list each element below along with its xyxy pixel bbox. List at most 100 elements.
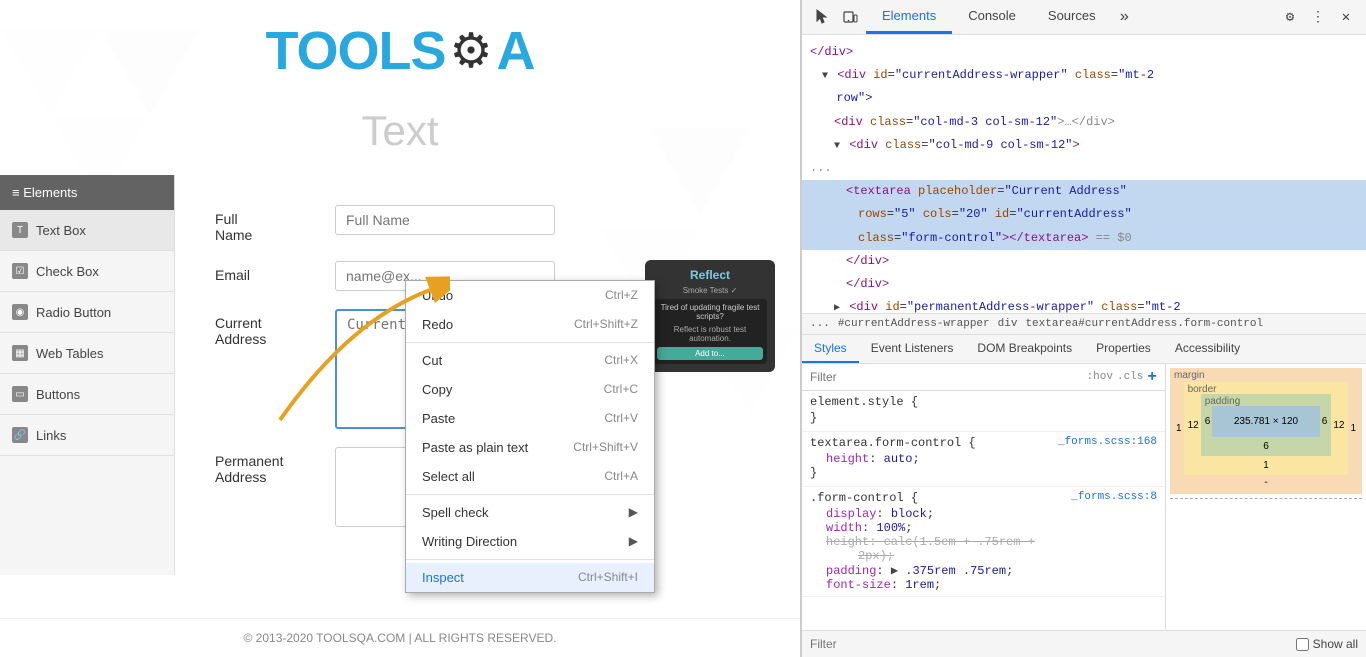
- css-prop-height2: 2px);: [810, 549, 1157, 563]
- tree-line[interactable]: </div>: [802, 41, 1366, 64]
- sidebar-item-webtables[interactable]: ▦ Web Tables: [0, 333, 174, 374]
- box-margin-bottom-num: -: [1176, 477, 1356, 488]
- popup-card-body: Smoke Tests ✓ Tired of updating fragile …: [653, 286, 767, 364]
- context-inspect[interactable]: Inspect Ctrl+Shift+I: [406, 563, 654, 592]
- textbox-icon: T: [12, 222, 28, 238]
- tree-line[interactable]: row">: [802, 87, 1366, 110]
- sidebar-label-links: Links: [36, 428, 66, 443]
- box-margin: margin 1 border 12 padding: [1170, 368, 1362, 494]
- hov-button[interactable]: :hov: [1087, 371, 1113, 383]
- sidebar-item-checkbox[interactable]: ☑ Check Box: [0, 251, 174, 292]
- context-menu: Undo Ctrl+Z Redo Ctrl+Shift+Z Cut Ctrl+X…: [405, 280, 655, 593]
- box-dashed-sep: [1170, 498, 1362, 499]
- bottom-filter-input[interactable]: [810, 637, 1288, 651]
- tree-line-attr1[interactable]: rows="5" cols="20" id="currentAddress": [802, 203, 1366, 226]
- context-select-all[interactable]: Select all Ctrl+A: [406, 462, 654, 491]
- context-paste[interactable]: Paste Ctrl+V: [406, 404, 654, 433]
- sidebar-item-textbox[interactable]: T Text Box: [0, 210, 174, 251]
- context-writing-direction[interactable]: Writing Direction ▶: [406, 527, 654, 556]
- box-pad-bottom-num: 6: [1205, 441, 1328, 452]
- links-icon: 🔗: [12, 427, 28, 443]
- show-all-checkbox[interactable]: [1296, 638, 1309, 651]
- logo-gear-icon: ⚙: [450, 23, 493, 79]
- context-copy[interactable]: Copy Ctrl+C: [406, 375, 654, 404]
- logo: TOOLS ⚙ A: [265, 20, 534, 82]
- css-selector-textarea[interactable]: textarea.form-control { _forms.scss:168: [810, 436, 1157, 450]
- devtools-toolbar: Elements Console Sources » ⚙ ⋮ ✕: [802, 0, 1366, 35]
- spell-check-arrow-icon: ▶: [629, 505, 638, 520]
- breadcrumb-textarea[interactable]: textarea#currentAddress.form-control: [1025, 318, 1263, 330]
- popup-tagline: Reflect is robust test automation.: [657, 325, 763, 343]
- context-cut[interactable]: Cut Ctrl+X: [406, 346, 654, 375]
- sidebar-item-links[interactable]: 🔗 Links: [0, 415, 174, 456]
- css-selector[interactable]: element.style {: [810, 395, 1157, 409]
- box-padding-left: 6: [1205, 416, 1211, 427]
- css-selector-close2: }: [810, 466, 1157, 480]
- menu-icon[interactable]: ⋮: [1306, 5, 1330, 29]
- styles-left: :hov .cls + element.style { } textarea.f…: [802, 364, 1166, 630]
- context-undo-shortcut: Ctrl+Z: [605, 288, 638, 303]
- context-writing-direction-label: Writing Direction: [422, 534, 517, 549]
- cursor-icon[interactable]: [810, 5, 834, 29]
- devtools-panel: Elements Console Sources » ⚙ ⋮ ✕ </div> …: [800, 0, 1366, 657]
- current-address-label: CurrentAddress: [215, 309, 315, 347]
- sidebar-item-radio[interactable]: ◉ Radio Button: [0, 292, 174, 333]
- breadcrumb-bar: ... #currentAddress-wrapper div textarea…: [802, 314, 1366, 335]
- breadcrumb-div[interactable]: div: [998, 318, 1018, 330]
- context-select-all-shortcut: Ctrl+A: [604, 469, 638, 484]
- box-padding-sides: 6 235.781 × 120 6: [1205, 406, 1328, 437]
- tree-line[interactable]: </div>: [802, 273, 1366, 296]
- tree-line-selected[interactable]: <textarea placeholder="Current Address": [802, 180, 1366, 203]
- devtools-settings: ⚙ ⋮ ✕: [1278, 5, 1358, 29]
- styles-filter-bar: :hov .cls +: [802, 364, 1165, 391]
- logo-suffix: A: [497, 20, 535, 82]
- fullname-input[interactable]: [335, 205, 555, 235]
- tab-dom-breakpoints[interactable]: DOM Breakpoints: [965, 335, 1084, 363]
- styles-tabs: Styles Event Listeners DOM Breakpoints P…: [802, 335, 1366, 364]
- box-border-bottom-num: 1: [1188, 460, 1345, 471]
- context-paste-plain[interactable]: Paste as plain text Ctrl+Shift+V: [406, 433, 654, 462]
- context-redo-label: Redo: [422, 317, 453, 332]
- settings-icon[interactable]: ⚙: [1278, 5, 1302, 29]
- cls-button[interactable]: .cls: [1117, 371, 1143, 383]
- tree-line-attr2[interactable]: class="form-control"></textarea> == $0: [802, 227, 1366, 250]
- tab-console[interactable]: Console: [952, 0, 1032, 34]
- close-icon[interactable]: ✕: [1334, 5, 1358, 29]
- breadcrumb-wrapper[interactable]: #currentAddress-wrapper: [838, 318, 990, 330]
- tab-properties[interactable]: Properties: [1084, 335, 1163, 363]
- context-spell-check[interactable]: Spell check ▶: [406, 498, 654, 527]
- context-copy-label: Copy: [422, 382, 452, 397]
- css-prop-height: height: calc(1.5em + .75rem +: [810, 535, 1157, 549]
- show-all-label: Show all: [1313, 637, 1358, 651]
- styles-panel: :hov .cls + element.style { } textarea.f…: [802, 364, 1366, 630]
- box-border-left: 12: [1188, 420, 1199, 431]
- context-redo[interactable]: Redo Ctrl+Shift+Z: [406, 310, 654, 339]
- popup-add-button[interactable]: Add to...: [657, 347, 763, 360]
- tree-line[interactable]: ▼ <div class="col-md-9 col-sm-12">: [802, 134, 1366, 157]
- css-selector-close: }: [810, 411, 1157, 425]
- tab-accessibility[interactable]: Accessibility: [1163, 335, 1252, 363]
- box-border-sides: 12 padding 6 235.781 × 120: [1188, 394, 1345, 456]
- tree-line[interactable]: ▼ <div id="currentAddress-wrapper" class…: [802, 64, 1366, 87]
- more-tabs-icon[interactable]: »: [1112, 8, 1138, 26]
- sidebar-item-buttons[interactable]: ▭ Buttons: [0, 374, 174, 415]
- tree-line[interactable]: </div>: [802, 250, 1366, 273]
- tab-event-listeners[interactable]: Event Listeners: [859, 335, 966, 363]
- css-selector-form-control[interactable]: .form-control { _forms.scss:8: [810, 491, 1157, 505]
- tab-sources[interactable]: Sources: [1032, 0, 1112, 34]
- tab-elements[interactable]: Elements: [866, 0, 952, 34]
- page-title: Text: [0, 97, 800, 175]
- box-margin-label: margin: [1174, 370, 1205, 381]
- box-margin-right: 1: [1350, 423, 1356, 434]
- add-style-button[interactable]: +: [1147, 368, 1157, 386]
- css-file-link[interactable]: _forms.scss:168: [1058, 436, 1157, 448]
- css-block-form-control: .form-control { _forms.scss:8 display: b…: [802, 487, 1165, 597]
- device-toggle-icon[interactable]: [838, 5, 862, 29]
- tab-styles[interactable]: Styles: [802, 335, 859, 363]
- context-undo[interactable]: Undo Ctrl+Z: [406, 281, 654, 310]
- tree-line[interactable]: <div class="col-md-3 col-sm-12">…</div>: [802, 111, 1366, 134]
- css-file-link2[interactable]: _forms.scss:8: [1071, 491, 1157, 503]
- styles-filter-input[interactable]: [810, 370, 1083, 384]
- tree-line[interactable]: ▶ <div id="permanentAddress-wrapper" cla…: [802, 296, 1366, 314]
- sidebar-label-radio: Radio Button: [36, 305, 111, 320]
